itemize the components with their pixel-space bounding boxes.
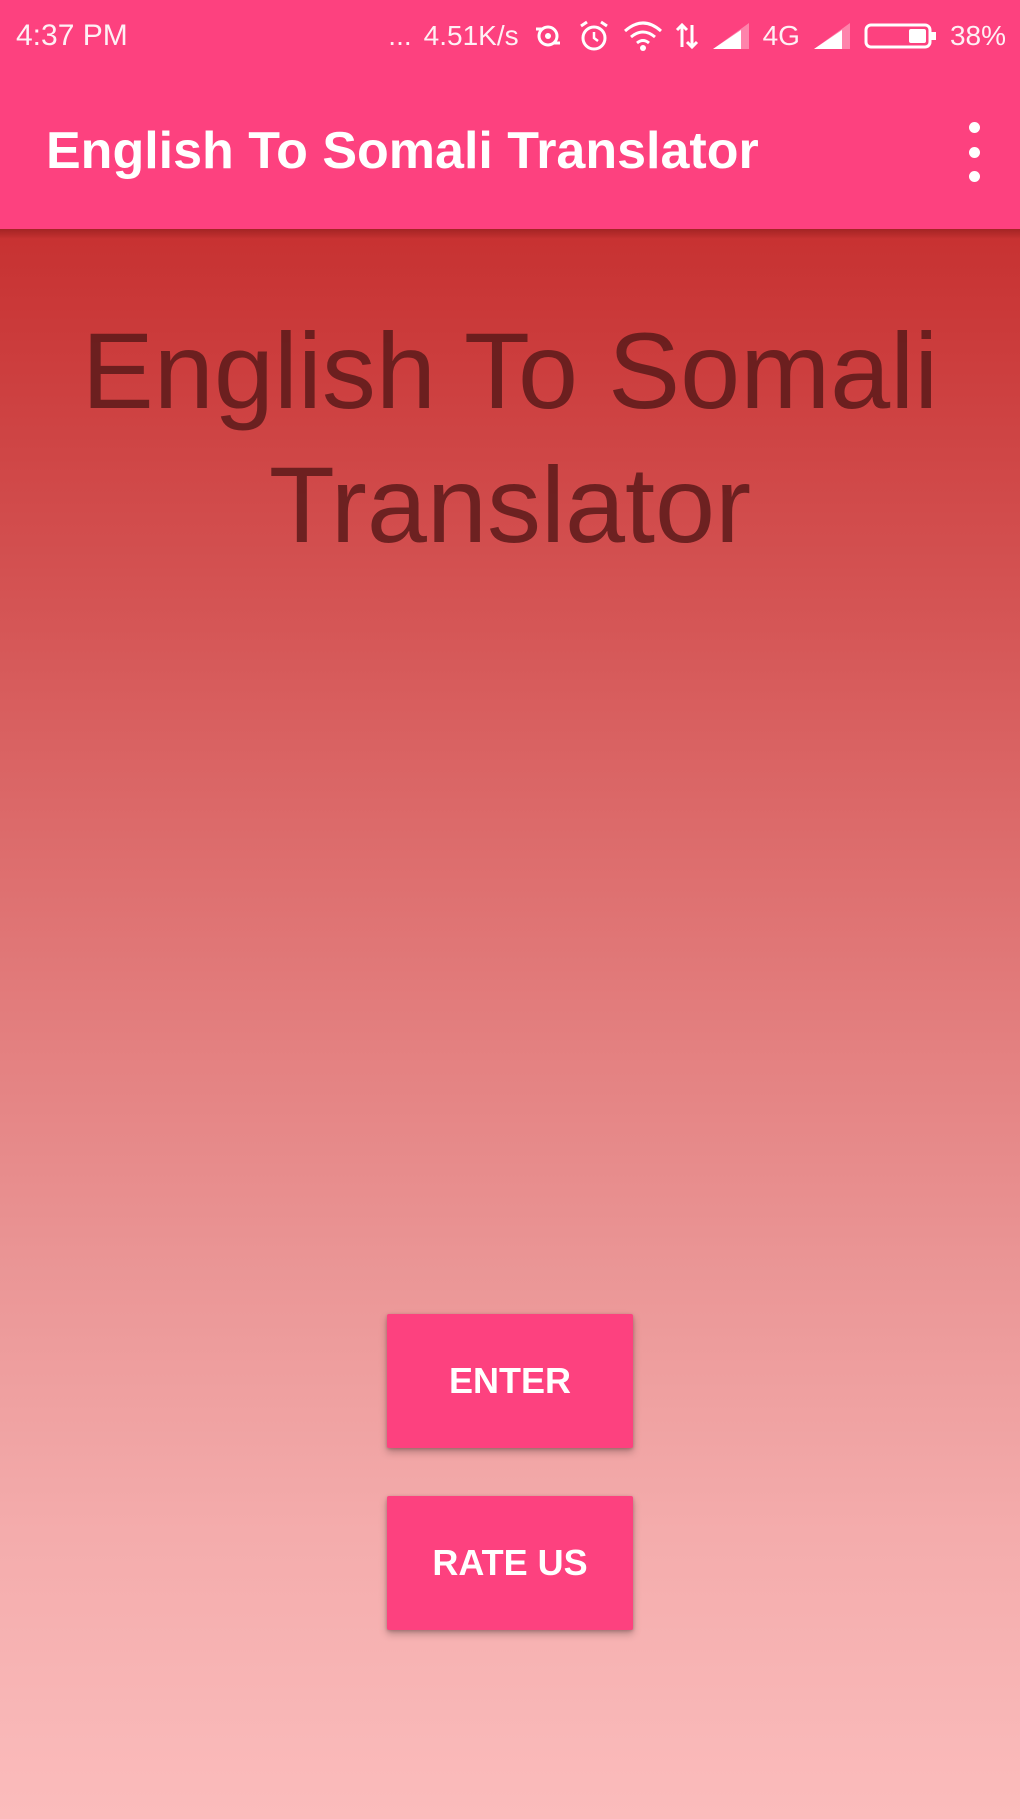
app-bar: English To Somali Translator: [0, 74, 1020, 229]
rate-us-button[interactable]: RATE US: [387, 1496, 633, 1630]
notification-dots-icon: ...: [388, 20, 412, 51]
signal-icon: [812, 21, 852, 51]
battery-percent: 38%: [949, 20, 1006, 51]
more-vert-icon[interactable]: [958, 122, 990, 182]
status-time: 4:37 PM: [16, 19, 128, 52]
network-speed: 4.51K/s: [423, 20, 519, 51]
app-title: English To Somali Translator: [46, 122, 759, 180]
status-icons: ... 4.51K/s 4G 38%: [388, 14, 1006, 58]
signal-icon: [711, 21, 751, 51]
battery-icon: [864, 21, 938, 51]
page-title: English To Somali Translator: [81, 310, 939, 565]
menu-dot: [968, 122, 980, 133]
status-bar: 4:37 PM ... 4.51K/s 4G 38%: [0, 0, 1020, 74]
phone-screen: 4:37 PM ... 4.51K/s 4G 38% English To So…: [0, 0, 1020, 1819]
alarm-icon: [577, 20, 611, 52]
data-arrows-icon: [675, 21, 699, 51]
enter-button[interactable]: ENTER: [387, 1314, 633, 1448]
sync-icon: [531, 21, 565, 51]
menu-dot: [968, 146, 980, 158]
menu-dot: [968, 171, 980, 182]
wifi-icon: [623, 21, 663, 51]
network-type: 4G: [762, 20, 800, 51]
main-content: English To Somali Translator ENTER RATE …: [0, 229, 1020, 1819]
